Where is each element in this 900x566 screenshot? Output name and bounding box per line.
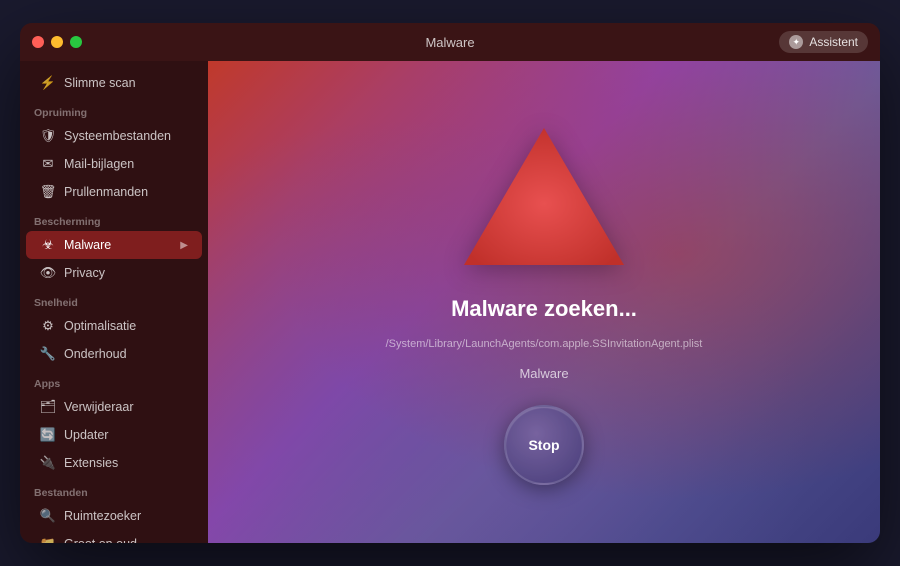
sidebar-item-label: Onderhoud bbox=[64, 347, 127, 361]
assistant-label: Assistent bbox=[809, 35, 858, 49]
app-window: Malware ✦ Assistent ⚡ Slimme scan Opruim… bbox=[20, 23, 880, 543]
sidebar-item-updater[interactable]: 🔄 Updater bbox=[26, 421, 202, 449]
sidebar-item-prullenmanden[interactable]: 🗑 Prullenmanden bbox=[26, 178, 202, 206]
traffic-lights bbox=[32, 36, 82, 48]
sidebar-item-label: Slimme scan bbox=[64, 76, 136, 90]
onderhoud-icon: 🔧 bbox=[40, 346, 56, 362]
sidebar-item-privacy[interactable]: 👁 Privacy bbox=[26, 259, 202, 287]
section-label-opruiming: Opruiming bbox=[20, 97, 208, 122]
mail-bijlagen-icon: ✉ bbox=[40, 156, 56, 172]
privacy-icon: 👁 bbox=[40, 265, 56, 281]
sidebar-item-label: Systeembestanden bbox=[64, 129, 171, 143]
malware-icon: ☣ bbox=[40, 237, 56, 253]
active-arrow-icon: ▶ bbox=[180, 240, 188, 251]
sidebar-item-slimme-scan[interactable]: ⚡ Slimme scan bbox=[26, 69, 202, 97]
sidebar: ⚡ Slimme scan Opruiming 🛡 Systeembestand… bbox=[20, 61, 208, 543]
verwijderaar-icon: 🗂 bbox=[40, 399, 56, 415]
ruimtezoeker-icon: 🔍 bbox=[40, 508, 56, 524]
section-label-snelheid: Snelheid bbox=[20, 287, 208, 312]
content-area: ⚡ Slimme scan Opruiming 🛡 Systeembestand… bbox=[20, 61, 880, 543]
sidebar-item-label: Prullenmanden bbox=[64, 185, 148, 199]
file-path: /System/Library/LaunchAgents/com.apple.S… bbox=[386, 338, 703, 350]
sidebar-item-optimalisatie[interactable]: ⚙ Optimalisatie bbox=[26, 312, 202, 340]
scan-label: Malware bbox=[519, 366, 568, 381]
main-content: Malware zoeken... /System/Library/Launch… bbox=[208, 61, 880, 543]
window-title: Malware bbox=[425, 35, 474, 50]
sidebar-item-label: Groot en oud bbox=[64, 537, 137, 543]
prullenmanden-icon: 🗑 bbox=[40, 184, 56, 200]
sidebar-item-label: Privacy bbox=[64, 266, 105, 280]
maximize-button[interactable] bbox=[70, 36, 82, 48]
sidebar-item-onderhoud[interactable]: 🔧 Onderhoud bbox=[26, 340, 202, 368]
sidebar-item-label: Malware bbox=[64, 238, 111, 252]
sidebar-item-malware[interactable]: ☣ Malware ▶ bbox=[26, 231, 202, 259]
section-label-bescherming: Bescherming bbox=[20, 206, 208, 231]
sidebar-item-groot-en-oud[interactable]: 📁 Groot en oud bbox=[26, 530, 202, 543]
status-text: Malware zoeken... bbox=[451, 296, 637, 322]
extensies-icon: 🔌 bbox=[40, 455, 56, 471]
sidebar-item-systeembestanden[interactable]: 🛡 Systeembestanden bbox=[26, 122, 202, 150]
sidebar-item-label: Optimalisatie bbox=[64, 319, 136, 333]
systeembestanden-icon: 🛡 bbox=[40, 128, 56, 144]
assistant-button[interactable]: ✦ Assistent bbox=[779, 31, 868, 53]
sidebar-item-label: Verwijderaar bbox=[64, 400, 133, 414]
sidebar-item-verwijderaar[interactable]: 🗂 Verwijderaar bbox=[26, 393, 202, 421]
minimize-button[interactable] bbox=[51, 36, 63, 48]
section-label-bestanden: Bestanden bbox=[20, 477, 208, 502]
updater-icon: 🔄 bbox=[40, 427, 56, 443]
sidebar-item-extensies[interactable]: 🔌 Extensies bbox=[26, 449, 202, 477]
sidebar-item-label: Updater bbox=[64, 428, 108, 442]
stop-button[interactable]: Stop bbox=[504, 405, 584, 485]
sidebar-item-label: Extensies bbox=[64, 456, 118, 470]
sidebar-item-mail-bijlagen[interactable]: ✉ Mail-bijlagen bbox=[26, 150, 202, 178]
slimme-scan-icon: ⚡ bbox=[40, 75, 56, 91]
optimalisatie-icon: ⚙ bbox=[40, 318, 56, 334]
titlebar: Malware ✦ Assistent bbox=[20, 23, 880, 61]
groot-en-oud-icon: 📁 bbox=[40, 536, 56, 543]
close-button[interactable] bbox=[32, 36, 44, 48]
malware-icon-container bbox=[459, 120, 629, 280]
sidebar-item-ruimtezoeker[interactable]: 🔍 Ruimtezoeker bbox=[26, 502, 202, 530]
assistant-icon: ✦ bbox=[789, 35, 803, 49]
sidebar-item-label: Ruimtezoeker bbox=[64, 509, 141, 523]
section-label-apps: Apps bbox=[20, 368, 208, 393]
biohazard-triangle-icon bbox=[459, 120, 629, 275]
stop-button-label: Stop bbox=[528, 437, 559, 453]
sidebar-item-label: Mail-bijlagen bbox=[64, 157, 134, 171]
